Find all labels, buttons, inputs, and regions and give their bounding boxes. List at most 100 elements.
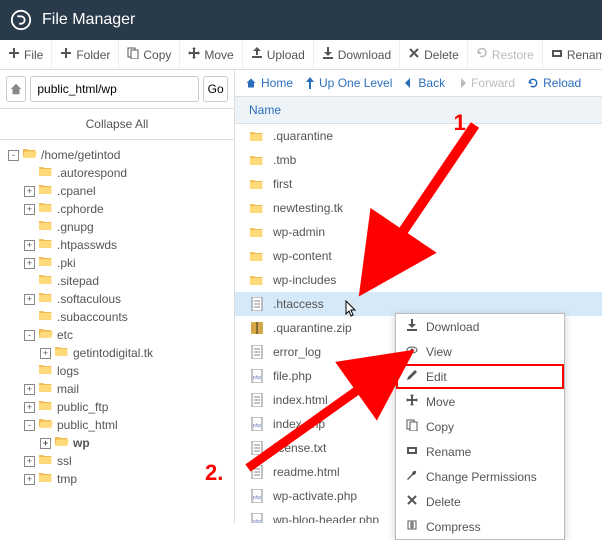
context-label: Rename (426, 445, 471, 459)
tree-item[interactable]: logs (4, 362, 230, 380)
back-icon (404, 78, 414, 88)
toolbar-delete-button[interactable]: Delete (400, 40, 468, 69)
delete-icon (406, 494, 418, 509)
context-move[interactable]: Move (396, 389, 564, 414)
up-icon (305, 77, 315, 89)
tree-toggle[interactable]: - (24, 330, 35, 341)
file-row[interactable]: wp-admin (235, 220, 602, 244)
tree-item[interactable]: +tmp (4, 470, 230, 488)
tree-label: .sitepad (57, 274, 99, 288)
nav-back[interactable]: Back (404, 76, 445, 90)
file-row[interactable]: .quarantine (235, 124, 602, 148)
context-view[interactable]: View (396, 339, 564, 364)
file-row[interactable]: .tmb (235, 148, 602, 172)
tree-label: .htpasswds (57, 238, 117, 252)
folder-icon (39, 364, 53, 378)
tree-item[interactable]: + .htpasswds (4, 236, 230, 254)
tree-toggle[interactable]: + (24, 402, 35, 413)
tree-item[interactable]: .subaccounts (4, 308, 230, 326)
tree-item[interactable]: +ssl (4, 452, 230, 470)
tree-item[interactable]: +.softaculous (4, 290, 230, 308)
tree-item[interactable]: +public_ftp (4, 398, 230, 416)
tree-item[interactable]: +mail (4, 380, 230, 398)
tree-item[interactable]: .sitepad (4, 272, 230, 290)
nav-reload[interactable]: Reload (527, 76, 581, 90)
context-rename[interactable]: Rename (396, 439, 564, 464)
file-row[interactable]: newtesting.tk (235, 196, 602, 220)
folder-icon (55, 346, 69, 360)
tree-toggle[interactable]: + (24, 474, 35, 485)
copy-icon (406, 419, 418, 434)
folder-icon (39, 220, 53, 234)
context-delete[interactable]: Delete (396, 489, 564, 514)
folder-icon (39, 454, 53, 468)
tree-toggle[interactable]: + (24, 204, 35, 215)
column-header-name[interactable]: Name (235, 97, 602, 124)
tree-label: /home/getintod (41, 148, 120, 162)
tree-toggle[interactable]: + (40, 438, 51, 449)
file-name: wp-content (273, 249, 332, 263)
context-edit[interactable]: Edit (396, 364, 564, 389)
context-download[interactable]: Download (396, 314, 564, 339)
context-label: Copy (426, 420, 454, 434)
tree-item[interactable]: - /home/getintod (4, 146, 230, 164)
toolbar-download-button[interactable]: Download (314, 40, 400, 69)
tree-item[interactable]: .autorespond (4, 164, 230, 182)
tree-item[interactable]: -etc (4, 326, 230, 344)
tree-item[interactable]: -public_html (4, 416, 230, 434)
tree-label: .gnupg (57, 220, 94, 234)
context-change-permissions[interactable]: Change Permissions (396, 464, 564, 489)
tree-item[interactable]: +getintodigital.tk (4, 344, 230, 362)
toolbar-folder-button[interactable]: Folder (52, 40, 119, 69)
tree-toggle[interactable]: + (24, 294, 35, 305)
toolbar-label: Delete (424, 48, 459, 62)
rename-icon (551, 47, 563, 62)
toolbar-copy-button[interactable]: Copy (119, 40, 180, 69)
forward-icon (457, 78, 467, 88)
tree-spacer (24, 168, 35, 179)
restore-icon (476, 47, 488, 62)
file-row[interactable]: first (235, 172, 602, 196)
tree-toggle[interactable]: + (24, 456, 35, 467)
context-compress[interactable]: Compress (396, 514, 564, 539)
folder-icon (249, 249, 265, 263)
toolbar-label: Copy (143, 48, 171, 62)
context-menu: DownloadViewEditMove Copy Rename Change Per… (395, 313, 565, 540)
toolbar-move-button[interactable]: Move (180, 40, 242, 69)
tree-toggle[interactable]: + (24, 258, 35, 269)
tree-spacer (24, 276, 35, 287)
tree-item[interactable]: +.cpanel (4, 182, 230, 200)
tree-toggle[interactable]: - (24, 420, 35, 431)
folder-icon (39, 238, 53, 252)
toolbar-label: Folder (76, 48, 110, 62)
home-button[interactable] (6, 76, 26, 102)
collapse-all-button[interactable]: Collapse All (0, 109, 234, 140)
tree-toggle[interactable]: + (40, 348, 51, 359)
folder-icon (39, 310, 53, 324)
go-button[interactable]: Go (203, 76, 228, 102)
move-icon (188, 47, 200, 62)
zip-icon (249, 321, 265, 335)
tree-item[interactable]: .gnupg (4, 218, 230, 236)
path-input[interactable] (30, 76, 199, 102)
tree-item[interactable]: +.cphorde (4, 200, 230, 218)
folder-icon (39, 400, 53, 414)
file-name: .htaccess (273, 297, 324, 311)
context-copy[interactable]: Copy (396, 414, 564, 439)
toolbar-file-button[interactable]: File (0, 40, 52, 69)
file-name: .quarantine.zip (273, 321, 352, 335)
tree-toggle[interactable]: + (24, 384, 35, 395)
toolbar-rename-button[interactable]: Rename (543, 40, 602, 69)
tree-toggle[interactable]: - (8, 150, 19, 161)
tree-toggle[interactable]: + (24, 240, 35, 251)
file-row[interactable]: wp-includes (235, 268, 602, 292)
file-row[interactable]: wp-content (235, 244, 602, 268)
tree-item[interactable]: +.pki (4, 254, 230, 272)
tree-item[interactable]: +wp (4, 434, 230, 452)
toolbar-upload-button[interactable]: Upload (243, 40, 314, 69)
file-name: wp-admin (273, 225, 325, 239)
folder-icon (39, 184, 53, 198)
nav-home[interactable]: Home (245, 76, 293, 90)
tree-toggle[interactable]: + (24, 186, 35, 197)
nav-up[interactable]: Up One Level (305, 76, 392, 90)
